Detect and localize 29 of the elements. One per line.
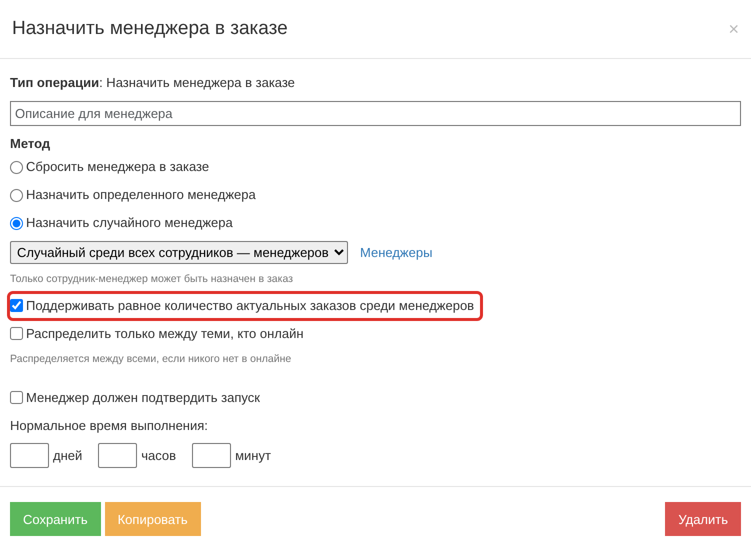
- modal-title: Назначить менеджера в заказе: [12, 18, 288, 40]
- method-label: Метод: [10, 134, 52, 153]
- hint-text: Распределяется между всеми, если никого нет в онлайне: [10, 352, 292, 367]
- managers-link[interactable]: Менеджеры: [360, 242, 432, 262]
- number-field[interactable]: [10, 443, 49, 468]
- radio-button[interactable]: [10, 216, 23, 230]
- number-field[interactable]: [98, 443, 138, 468]
- checkbox[interactable]: [10, 327, 23, 340]
- manager-select[interactable]: Случайный среди всех сотрудников — менеджеров: [10, 241, 348, 264]
- checkbox[interactable]: [10, 391, 23, 404]
- delete-button[interactable]: Удалить: [665, 502, 741, 536]
- checkbox[interactable]: [10, 299, 23, 312]
- radio-label: Назначить случайного менеджера: [26, 214, 233, 232]
- radio-button[interactable]: [10, 160, 23, 174]
- operation-type-text: Тип операции: Назначить менеджера в заказе: [10, 74, 296, 92]
- number-field[interactable]: [192, 443, 232, 468]
- save-button[interactable]: Сохранить: [10, 502, 101, 536]
- radio-button[interactable]: [10, 188, 23, 202]
- checkbox-label: Поддерживать равное количество актуальных заказов среди менеджеров: [26, 297, 474, 315]
- unit-label: часов: [141, 446, 176, 465]
- radio-label: Назначить определенного менеджера: [26, 186, 256, 204]
- unit-label: минут: [235, 446, 271, 465]
- description-field[interactable]: Описание для менеджера: [10, 100, 741, 126]
- checkbox-label: Распределить только между теми, кто онлайн: [26, 325, 304, 343]
- duration-label: Нормальное время выполнения:: [10, 416, 209, 435]
- radio-label: Сбросить менеджера в заказе: [26, 158, 210, 176]
- checkbox-label: Менеджер должен подтвердить запуск: [26, 388, 260, 407]
- hint-text: Только сотрудник-менеджер может быть назначен в заказ: [10, 272, 294, 287]
- unit-label: дней: [53, 446, 82, 465]
